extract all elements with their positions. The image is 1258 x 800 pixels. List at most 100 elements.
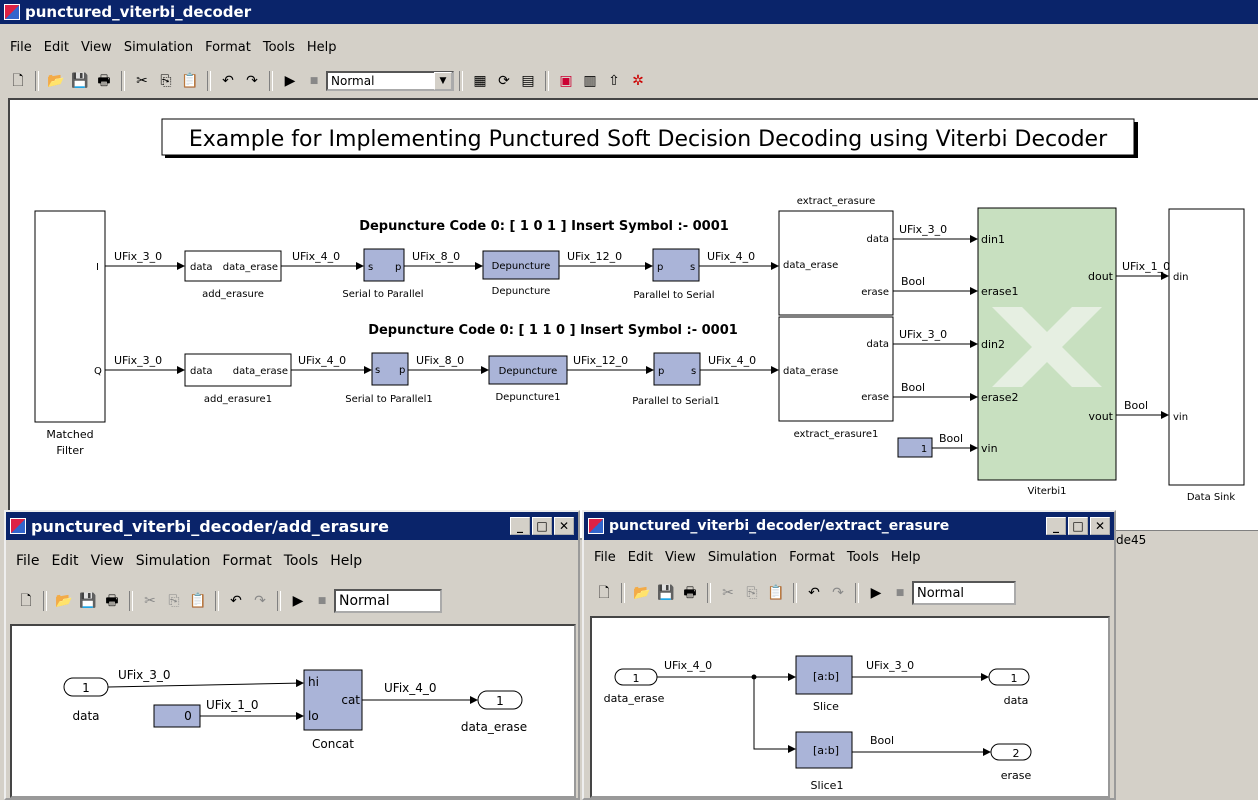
menu-edit[interactable]: Edit [44, 40, 69, 55]
save-icon[interactable]: 💾 [79, 592, 97, 610]
viterbi-port-vout: vout [1088, 410, 1113, 423]
simulation-mode-select[interactable]: Normal ▼ [326, 71, 454, 91]
signal-line-branch [753, 677, 796, 753]
menu-format[interactable]: Format [789, 550, 835, 565]
library-browser-icon[interactable]: ▣ [557, 72, 575, 90]
copy-icon[interactable]: ⎘ [157, 72, 175, 90]
main-status-bar: de45 [1110, 530, 1258, 549]
model-explorer-icon[interactable]: ▥ [581, 72, 599, 90]
menu-tools[interactable]: Tools [263, 40, 295, 55]
paste-icon[interactable]: 📋 [189, 592, 207, 610]
menu-help[interactable]: Help [330, 553, 362, 569]
add-erasure-port-out: data_erase [223, 262, 278, 273]
start-simulation-icon[interactable]: ▶ [281, 72, 299, 90]
maximize-button[interactable]: □ [532, 517, 552, 535]
minimize-button[interactable]: _ [1046, 517, 1066, 535]
menu-file[interactable]: File [16, 553, 39, 569]
new-icon[interactable]: 🗋 [17, 592, 35, 610]
menu-tools[interactable]: Tools [284, 553, 319, 569]
print-icon[interactable]: 🖶 [681, 584, 699, 602]
menu-edit[interactable]: Edit [628, 550, 653, 565]
copy-icon[interactable]: ⎘ [165, 592, 183, 610]
new-icon[interactable]: 🗋 [9, 72, 27, 90]
cut-icon[interactable]: ✂ [141, 592, 159, 610]
menu-format[interactable]: Format [222, 553, 271, 569]
extract-erasure-titlebar[interactable]: punctured_viterbi_decoder/extract_erasur… [584, 512, 1114, 540]
extract-erasure-canvas[interactable]: 1 data_erase UFix_4_0 [a:b] Slice UFix_3… [590, 616, 1110, 798]
open-icon[interactable]: 📂 [55, 592, 73, 610]
extract-erasure-diagram: 1 data_erase UFix_4_0 [a:b] Slice UFix_3… [604, 655, 1032, 792]
print-icon[interactable]: 🖶 [95, 72, 113, 90]
stop-simulation-icon[interactable]: ■ [313, 592, 331, 610]
signal-label-s2p1-out: UFix_8_0 [416, 354, 464, 367]
outport-erase-name: erase [1001, 769, 1032, 782]
extract-erasure-port-data: data [866, 234, 889, 245]
redo-icon[interactable]: ↷ [829, 584, 847, 602]
extract-erasure-window: punctured_viterbi_decoder/extract_erasur… [582, 510, 1116, 800]
signal-label-p2s1-out: UFix_4_0 [708, 354, 756, 367]
model-browser-icon[interactable]: ▤ [519, 72, 537, 90]
minimize-button[interactable]: _ [510, 517, 530, 535]
menu-format[interactable]: Format [205, 40, 251, 55]
new-icon[interactable]: 🗋 [595, 584, 613, 602]
signal-label-ae1-out: UFix_4_0 [298, 354, 346, 367]
close-button[interactable]: ✕ [1090, 517, 1110, 535]
menu-simulation[interactable]: Simulation [124, 40, 193, 55]
main-titlebar[interactable]: punctured_viterbi_decoder [0, 0, 1258, 24]
chevron-down-icon[interactable]: ▼ [434, 72, 452, 90]
paste-icon[interactable]: 📋 [181, 72, 199, 90]
menu-view[interactable]: View [665, 550, 696, 565]
cut-icon[interactable]: ✂ [133, 72, 151, 90]
undo-icon[interactable]: ↶ [227, 592, 245, 610]
redo-icon[interactable]: ↷ [251, 592, 269, 610]
stop-simulation-icon[interactable]: ■ [305, 72, 323, 90]
open-icon[interactable]: 📂 [47, 72, 65, 90]
debug-icon[interactable]: ✲ [629, 72, 647, 90]
simulation-mode-select[interactable]: Normal [912, 581, 1016, 605]
menu-view[interactable]: View [91, 553, 124, 569]
menu-help[interactable]: Help [891, 550, 921, 565]
print-icon[interactable]: 🖶 [103, 592, 121, 610]
menu-simulation[interactable]: Simulation [708, 550, 777, 565]
build-icon[interactable]: ▦ [471, 72, 489, 90]
menu-edit[interactable]: Edit [51, 553, 78, 569]
menu-help[interactable]: Help [307, 40, 337, 55]
outport-data[interactable] [988, 668, 1030, 686]
main-canvas[interactable]: Example for Implementing Punctured Soft … [8, 98, 1258, 540]
maximize-button[interactable]: □ [1068, 517, 1088, 535]
go-to-parent-icon[interactable]: ⇧ [605, 72, 623, 90]
data-sink-block[interactable] [1168, 208, 1245, 486]
menu-tools[interactable]: Tools [847, 550, 879, 565]
add-erasure-canvas[interactable]: 1 data UFix_3_0 0 UFix_1_0 hi lo cat Con… [10, 624, 576, 798]
p2s1-port-in: p [658, 366, 664, 377]
s2p1-name: Serial to Parallel1 [345, 394, 433, 405]
open-icon[interactable]: 📂 [633, 584, 651, 602]
undo-icon[interactable]: ↶ [219, 72, 237, 90]
menu-simulation[interactable]: Simulation [136, 553, 211, 569]
add-erasure-titlebar[interactable]: punctured_viterbi_decoder/add_erasure _ … [6, 512, 578, 540]
save-icon[interactable]: 💾 [657, 584, 675, 602]
start-simulation-icon[interactable]: ▶ [867, 584, 885, 602]
redo-icon[interactable]: ↷ [243, 72, 261, 90]
menu-view[interactable]: View [81, 40, 112, 55]
update-diagram-icon[interactable]: ⟳ [495, 72, 513, 90]
cut-icon[interactable]: ✂ [719, 584, 737, 602]
copy-icon[interactable]: ⎘ [743, 584, 761, 602]
save-icon[interactable]: 💾 [71, 72, 89, 90]
stop-simulation-icon[interactable]: ■ [891, 584, 909, 602]
paste-icon[interactable]: 📋 [767, 584, 785, 602]
inport-data-num: 1 [82, 681, 90, 695]
constant-zero-block[interactable] [153, 704, 201, 728]
start-simulation-icon[interactable]: ▶ [289, 592, 307, 610]
menu-file[interactable]: File [10, 40, 32, 55]
matched-filter-block[interactable] [34, 210, 106, 423]
menu-file[interactable]: File [594, 550, 616, 565]
add-erasure-title: punctured_viterbi_decoder/add_erasure [31, 516, 389, 536]
close-button[interactable]: ✕ [554, 517, 574, 535]
add-erasure-window: punctured_viterbi_decoder/add_erasure _ … [4, 510, 580, 800]
undo-icon[interactable]: ↶ [805, 584, 823, 602]
viterbi-port-erase2: erase2 [981, 391, 1019, 404]
outport-erase[interactable] [990, 743, 1032, 761]
simulation-mode-select[interactable]: Normal [334, 589, 442, 613]
signal-label-dep1-out: UFix_12_0 [573, 354, 628, 367]
